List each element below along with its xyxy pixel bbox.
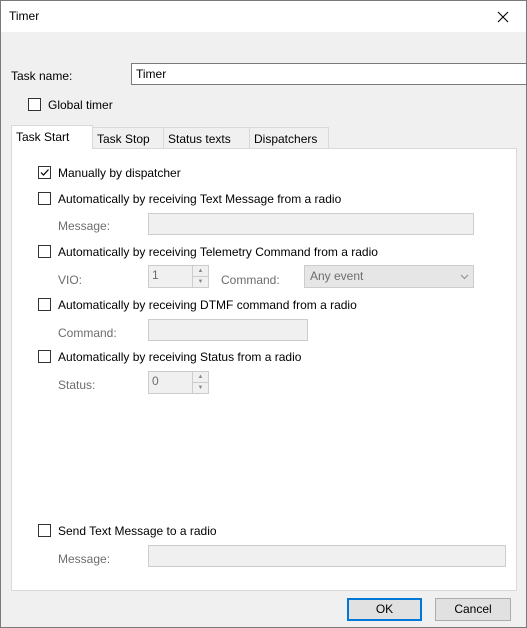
- status-spinner[interactable]: 0 ▲ ▼: [148, 371, 209, 394]
- dtmf-label: Automatically by receiving DTMF command …: [58, 298, 357, 312]
- dtmf-command-label: Command:: [58, 326, 117, 340]
- telemetry-checkbox[interactable]: [38, 245, 51, 258]
- global-timer-label: Global timer: [48, 98, 113, 112]
- text-message-input[interactable]: [148, 213, 474, 235]
- send-text-message-input[interactable]: [148, 545, 506, 567]
- status-value: 0: [152, 374, 159, 388]
- vio-spinner[interactable]: 1 ▲ ▼: [148, 265, 209, 288]
- ok-button[interactable]: OK: [347, 598, 422, 621]
- task-name-input[interactable]: Timer: [131, 63, 526, 85]
- tab-dispatchers[interactable]: Dispatchers: [249, 127, 329, 148]
- close-icon: [497, 11, 509, 22]
- text-message-label: Automatically by receiving Text Message …: [58, 192, 342, 206]
- spin-up-icon[interactable]: ▲: [193, 266, 208, 277]
- cancel-button[interactable]: Cancel: [435, 598, 511, 621]
- manual-checkbox[interactable]: [38, 166, 51, 179]
- telemetry-label: Automatically by receiving Telemetry Com…: [58, 245, 378, 259]
- checkmark-icon: [40, 169, 49, 176]
- tab-task-stop[interactable]: Task Stop: [92, 127, 164, 148]
- vio-label: VIO:: [58, 273, 83, 287]
- task-start-panel: Manually by dispatcher Automatically by …: [11, 148, 517, 591]
- text-message-checkbox[interactable]: [38, 192, 51, 205]
- spin-down-icon[interactable]: ▼: [193, 383, 208, 394]
- status-checkbox[interactable]: [38, 350, 51, 363]
- send-text-checkbox[interactable]: [38, 524, 51, 537]
- global-timer-checkbox[interactable]: [28, 98, 41, 111]
- text-message-message-label: Message:: [58, 219, 111, 233]
- close-button[interactable]: [480, 1, 526, 32]
- window-title: Timer: [9, 9, 40, 23]
- title-bar: Timer: [1, 1, 526, 32]
- task-name-label: Task name:: [11, 69, 73, 83]
- spin-down-icon[interactable]: ▼: [193, 277, 208, 288]
- dtmf-command-input[interactable]: [148, 319, 308, 341]
- send-text-label: Send Text Message to a radio: [58, 524, 217, 538]
- send-text-message-label: Message:: [58, 552, 111, 566]
- timer-dialog: Timer Task name: Timer Global timer Task…: [0, 0, 527, 628]
- vio-value: 1: [152, 268, 159, 282]
- spin-up-icon[interactable]: ▲: [193, 372, 208, 383]
- chevron-down-icon: [456, 266, 473, 287]
- manual-label: Manually by dispatcher: [58, 166, 181, 180]
- telemetry-command-select[interactable]: Any event: [304, 265, 474, 288]
- telemetry-command-label: Command:: [221, 273, 280, 287]
- status-label: Automatically by receiving Status from a…: [58, 350, 302, 364]
- status-value-label: Status:: [58, 378, 96, 392]
- tab-task-start[interactable]: Task Start: [11, 125, 93, 149]
- tab-status-texts[interactable]: Status texts: [163, 127, 250, 148]
- dtmf-checkbox[interactable]: [38, 298, 51, 311]
- telemetry-command-value: Any event: [310, 269, 364, 283]
